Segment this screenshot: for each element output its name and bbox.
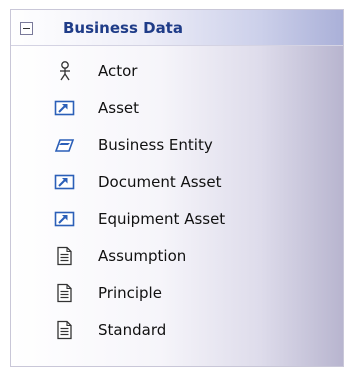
toolbox-item-label: Actor (98, 62, 138, 80)
toolbox-item-assumption[interactable]: Assumption (11, 238, 341, 272)
toolbox-item-actor[interactable]: Actor (11, 53, 341, 87)
actor-icon (54, 61, 76, 81)
document-icon (54, 320, 76, 340)
toolbox-item-label: Assumption (98, 247, 187, 265)
document-icon (54, 246, 76, 266)
toolbox-panel: Business Data Actor Asset Business Entit… (10, 9, 344, 367)
toolbox-item-standard[interactable]: Standard (11, 312, 341, 346)
toolbox-item-business-entity[interactable]: Business Entity (11, 127, 341, 161)
toolbox-item-asset[interactable]: Asset (11, 90, 341, 124)
business-entity-icon (54, 135, 76, 155)
toolbox-item-label: Asset (98, 99, 140, 117)
toolbox-item-document-asset[interactable]: Document Asset (11, 164, 341, 198)
asset-icon (54, 98, 76, 118)
document-icon (54, 283, 76, 303)
toolbox-item-label: Principle (98, 284, 162, 302)
group-header[interactable]: Business Data (11, 10, 343, 46)
toolbox-item-label: Standard (98, 321, 167, 339)
toolbox-item-label: Equipment Asset (98, 210, 226, 228)
group-title: Business Data (63, 19, 183, 37)
toolbox-item-label: Business Entity (98, 136, 213, 154)
toolbox-item-equipment-asset[interactable]: Equipment Asset (11, 201, 341, 235)
document-asset-icon (54, 172, 76, 192)
toolbox-item-principle[interactable]: Principle (11, 275, 341, 309)
collapse-icon[interactable] (20, 22, 33, 35)
toolbox-item-label: Document Asset (98, 173, 222, 191)
equipment-asset-icon (54, 209, 76, 229)
